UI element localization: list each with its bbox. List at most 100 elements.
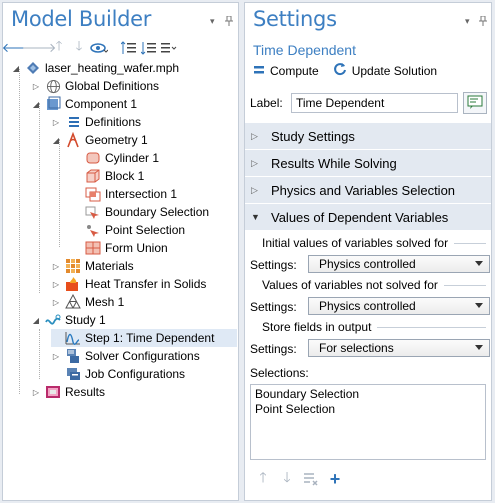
tree-item-definitions[interactable]: ▷ Definitions: [51, 113, 141, 131]
move-up-icon[interactable]: 🡑: [49, 38, 69, 57]
tree-item-intersection[interactable]: Intersection 1: [85, 185, 177, 203]
not-solved-settings-row: Settings: Physics controlled: [250, 297, 490, 317]
settings-title: Settings: [253, 7, 337, 31]
section-label: Values of Dependent Variables: [271, 209, 449, 225]
expand-icon[interactable]: ▷: [51, 261, 61, 271]
tree-item-form-union[interactable]: Form Union: [85, 239, 168, 257]
move-down-icon[interactable]: 🡓: [279, 469, 295, 487]
collapse-icon[interactable]: ◢: [11, 63, 21, 73]
expand-icon[interactable]: ▷: [51, 297, 61, 307]
label-edit-button[interactable]: [463, 92, 487, 114]
update-solution-label: Update Solution: [351, 63, 438, 78]
intersection-icon: [85, 186, 101, 202]
list-item[interactable]: Boundary Selection: [255, 387, 481, 402]
tree-label: laser_heating_wafer.mph: [45, 61, 180, 75]
expand-icon[interactable]: ▷: [31, 387, 41, 397]
expand-arrow-icon: ▷: [251, 130, 258, 141]
pin-icon[interactable]: [225, 15, 233, 28]
collapse-all-icon[interactable]: [119, 39, 139, 57]
section-values-dependent-variables[interactable]: ▼ Values of Dependent Variables: [245, 204, 491, 230]
select-value: Physics controlled: [319, 257, 416, 271]
expand-all-icon[interactable]: [139, 39, 159, 57]
update-solution-button[interactable]: Update Solution: [333, 62, 437, 79]
panel-menu-icon[interactable]: ▾: [210, 16, 215, 27]
tree-item-point-selection[interactable]: Point Selection: [85, 221, 185, 239]
globe-icon: [45, 78, 61, 94]
expand-icon[interactable]: ▷: [51, 351, 61, 361]
time-dependent-icon: [65, 330, 81, 346]
compute-label: Compute: [270, 63, 319, 78]
heat-transfer-icon: [65, 276, 81, 292]
label-input[interactable]: Time Dependent: [291, 93, 458, 113]
not-solved-values-select[interactable]: Physics controlled: [308, 297, 490, 315]
expand-icon[interactable]: ▷: [51, 117, 61, 127]
mph-file-icon: [25, 60, 41, 76]
settings-caption: Settings:: [250, 300, 297, 314]
group-not-solved-values: Values of variables not solved for: [250, 278, 486, 292]
settings-actions: Compute Update Solution: [253, 62, 437, 79]
forward-arrow-icon[interactable]: 🡒: [22, 39, 57, 57]
expand-icon[interactable]: ▷: [31, 81, 41, 91]
collapse-icon[interactable]: ◢: [31, 99, 41, 109]
collapse-icon[interactable]: ◢: [51, 135, 61, 145]
tree-item-mesh[interactable]: ▷ Mesh 1: [51, 293, 124, 311]
group-label: Initial values of variables solved for: [262, 236, 449, 250]
move-down-icon[interactable]: 🡓: [69, 38, 89, 57]
tree-item-component[interactable]: ◢ Component 1: [31, 95, 137, 113]
cylinder-icon: [85, 150, 101, 166]
group-label: Values of variables not solved for: [262, 278, 438, 292]
expand-arrow-icon: ▷: [251, 184, 258, 195]
list-menu-icon[interactable]: [159, 39, 179, 57]
tree-item-time-dependent[interactable]: Step 1: Time Dependent: [51, 329, 237, 347]
section-label: Physics and Variables Selection: [271, 182, 456, 198]
expand-icon[interactable]: ▷: [51, 279, 61, 289]
section-study-settings[interactable]: ▷ Study Settings: [245, 123, 491, 149]
tree-item-boundary-selection[interactable]: Boundary Selection: [85, 203, 209, 221]
store-fields-select[interactable]: For selections: [308, 339, 490, 357]
initial-values-select[interactable]: Physics controlled: [308, 255, 490, 273]
tree-label: Point Selection: [105, 223, 186, 237]
tree-item-geometry[interactable]: ◢ Geometry 1: [51, 131, 148, 149]
pin-icon[interactable]: [479, 15, 487, 28]
expand-arrow-icon: ▷: [251, 157, 258, 168]
geometry-icon: [65, 132, 81, 148]
move-up-icon[interactable]: 🡑: [255, 469, 271, 487]
component-icon: [45, 96, 61, 112]
block-icon: [85, 168, 101, 184]
dropdown-arrow-icon: [475, 345, 483, 350]
section-physics-variables-selection[interactable]: ▷ Physics and Variables Selection: [245, 177, 491, 203]
tree-item-root[interactable]: ◢ laser_heating_wafer.mph: [11, 59, 179, 77]
panel-menu-icon[interactable]: ▾: [465, 16, 470, 27]
tree-label: Heat Transfer in Solids: [85, 277, 207, 291]
compute-button[interactable]: Compute: [253, 64, 319, 78]
settings-subtitle: Time Dependent: [253, 42, 356, 58]
tree-item-cylinder[interactable]: Cylinder 1: [85, 149, 159, 167]
group-label: Store fields in output: [262, 320, 372, 334]
show-icon[interactable]: [89, 39, 109, 57]
list-item[interactable]: Point Selection: [255, 402, 481, 417]
point-selection-icon: [85, 222, 101, 238]
tree-label: Component 1: [65, 97, 138, 111]
settings-panel: Settings ▾ Time Dependent Compute Update…: [244, 2, 492, 501]
tree-label: Results: [65, 385, 106, 399]
tree-item-solver-configurations[interactable]: ▷ Solver Configurations: [51, 347, 200, 365]
selections-list[interactable]: Boundary Selection Point Selection: [250, 384, 486, 460]
add-icon[interactable]: +: [327, 469, 343, 489]
selections-caption: Selections:: [250, 366, 309, 380]
collapse-arrow-icon: ▼: [251, 212, 260, 222]
tree-item-block[interactable]: Block 1: [85, 167, 144, 185]
tree-item-materials[interactable]: ▷ Materials: [51, 257, 134, 275]
section-results-while-solving[interactable]: ▷ Results While Solving: [245, 150, 491, 176]
tree-item-results[interactable]: ▷ Results: [31, 383, 105, 401]
form-union-icon: [85, 240, 101, 256]
tree-item-global-definitions[interactable]: ▷ Global Definitions: [31, 77, 159, 95]
delete-list-icon[interactable]: [303, 471, 319, 487]
tree-label: Mesh 1: [85, 295, 125, 309]
tree-item-heat-transfer[interactable]: ▷ Heat Transfer in Solids: [51, 275, 206, 293]
tree-item-job-configurations[interactable]: Job Configurations: [65, 365, 185, 383]
tree-item-study[interactable]: ◢ Study 1: [31, 311, 106, 329]
group-store-fields: Store fields in output: [250, 320, 486, 334]
collapse-icon[interactable]: ◢: [31, 315, 41, 325]
settings-caption: Settings:: [250, 342, 297, 356]
label-row: Label: Time Dependent: [250, 91, 490, 115]
